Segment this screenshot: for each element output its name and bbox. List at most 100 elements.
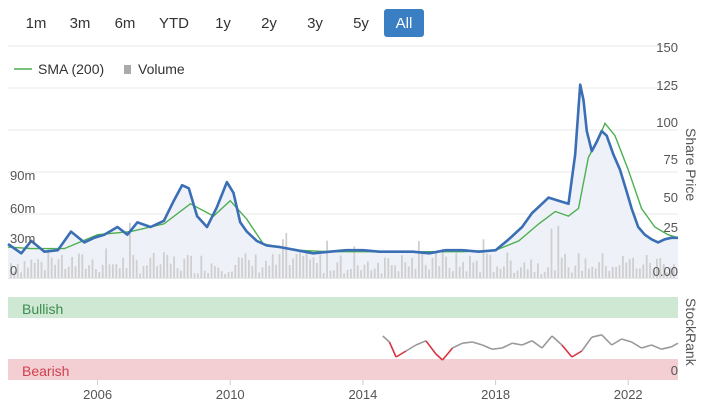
x-tick-label: 2018 [481, 387, 510, 402]
volume-bar [611, 266, 614, 278]
bullish-label: Bullish [22, 301, 63, 317]
volume-bar [227, 272, 230, 278]
stockrank-segment [601, 334, 613, 346]
volume-bar [139, 273, 141, 278]
volume-bar [594, 268, 597, 278]
volume-bar [472, 262, 475, 278]
volume-bar [475, 260, 478, 278]
volume-bar [492, 272, 495, 278]
stockrank-tick-label: 0 [671, 363, 678, 378]
volume-bar [207, 272, 209, 278]
volume-bar [322, 272, 325, 278]
x-tick-label: 2022 [614, 387, 643, 402]
volume-bar [513, 272, 515, 278]
volume-bar [231, 271, 233, 278]
x-tick-label: 2010 [216, 387, 245, 402]
volume-bar [554, 270, 556, 278]
volume-bar [149, 257, 152, 278]
stockrank-segment [415, 340, 427, 346]
volume-legend-label: Volume [138, 61, 185, 77]
volume-bar [346, 270, 349, 278]
volume-bar [571, 272, 573, 278]
volume-bar [431, 258, 434, 278]
volume-bar [169, 263, 172, 278]
stockrank-segment [561, 344, 573, 358]
volume-bar [632, 257, 634, 278]
volume-bar [183, 258, 186, 278]
volume-bar [261, 267, 264, 278]
volume-bar [360, 270, 362, 278]
volume-bar [414, 268, 417, 278]
volume-bar [176, 268, 179, 278]
volume-bar [601, 253, 604, 278]
volume-bar [645, 255, 648, 278]
volume-bar [506, 252, 509, 278]
stockrank-segment [405, 344, 417, 352]
volume-bar [224, 274, 226, 278]
volume-bar [418, 241, 420, 278]
stockrank-segment [472, 341, 483, 346]
volume-bar [622, 256, 624, 278]
price-tick-label: 75 [664, 152, 678, 167]
volume-bar [50, 257, 53, 278]
stockrank-segment [481, 344, 493, 350]
volume-bar [268, 265, 271, 278]
bearish-band [8, 359, 678, 380]
volume-bar [326, 240, 328, 278]
volume-bar [118, 268, 121, 278]
volume-bar [421, 253, 424, 278]
volume-bar [146, 265, 148, 278]
volume-bar [530, 259, 532, 278]
volume-bar [465, 271, 468, 278]
volume-bar [642, 264, 645, 278]
volume-bar [33, 263, 36, 278]
stockrank-segment [512, 342, 523, 346]
volume-bar [407, 266, 410, 278]
volume-bar [411, 257, 413, 278]
volume-bar [71, 257, 73, 278]
volume-bar [214, 266, 216, 278]
volume-bar [95, 269, 97, 278]
volume-bar [98, 272, 101, 278]
stockrank-axis-title: StockRank [683, 298, 699, 367]
volume-bar [486, 253, 488, 278]
volume-bar [54, 264, 56, 278]
stockrank-segment [395, 350, 407, 358]
volume-bar [435, 252, 437, 278]
price-tick-label: 25 [664, 220, 678, 235]
stockrank-segment [521, 340, 533, 346]
volume-bar [57, 259, 60, 278]
bearish-label: Bearish [22, 363, 69, 379]
volume-bar [384, 257, 386, 278]
volume-bar [516, 270, 519, 278]
volume-bar [350, 268, 352, 278]
volume-bar [615, 266, 617, 278]
x-tick-label: 2014 [348, 387, 377, 402]
volume-bar [625, 262, 628, 278]
stockrank-segment [621, 338, 632, 343]
volume-bar [567, 267, 570, 278]
volume-bar [44, 270, 46, 278]
volume-bar [156, 266, 158, 278]
share-price-axis-title: Share Price [683, 128, 699, 201]
volume-bar [581, 270, 583, 278]
volume-bar [356, 265, 359, 278]
volume-bar [47, 249, 50, 278]
volume-bar [105, 248, 107, 278]
volume-bar [248, 259, 250, 278]
volume-bar [84, 268, 87, 278]
volume-bar [180, 270, 182, 278]
volume-bar [288, 264, 291, 278]
volume-bar [469, 255, 471, 278]
volume-bar [618, 264, 621, 278]
stockrank-segment [631, 341, 642, 349]
volume-bar [203, 270, 206, 278]
volume-bar [285, 232, 288, 278]
price-tick-label: 125 [656, 78, 678, 93]
volume-bar [200, 255, 203, 278]
volume-bar [333, 270, 335, 278]
volume-bar [251, 266, 254, 278]
volume-bar [523, 262, 526, 278]
volume-tick-label: 0 [10, 263, 17, 278]
volume-bar [373, 268, 376, 278]
